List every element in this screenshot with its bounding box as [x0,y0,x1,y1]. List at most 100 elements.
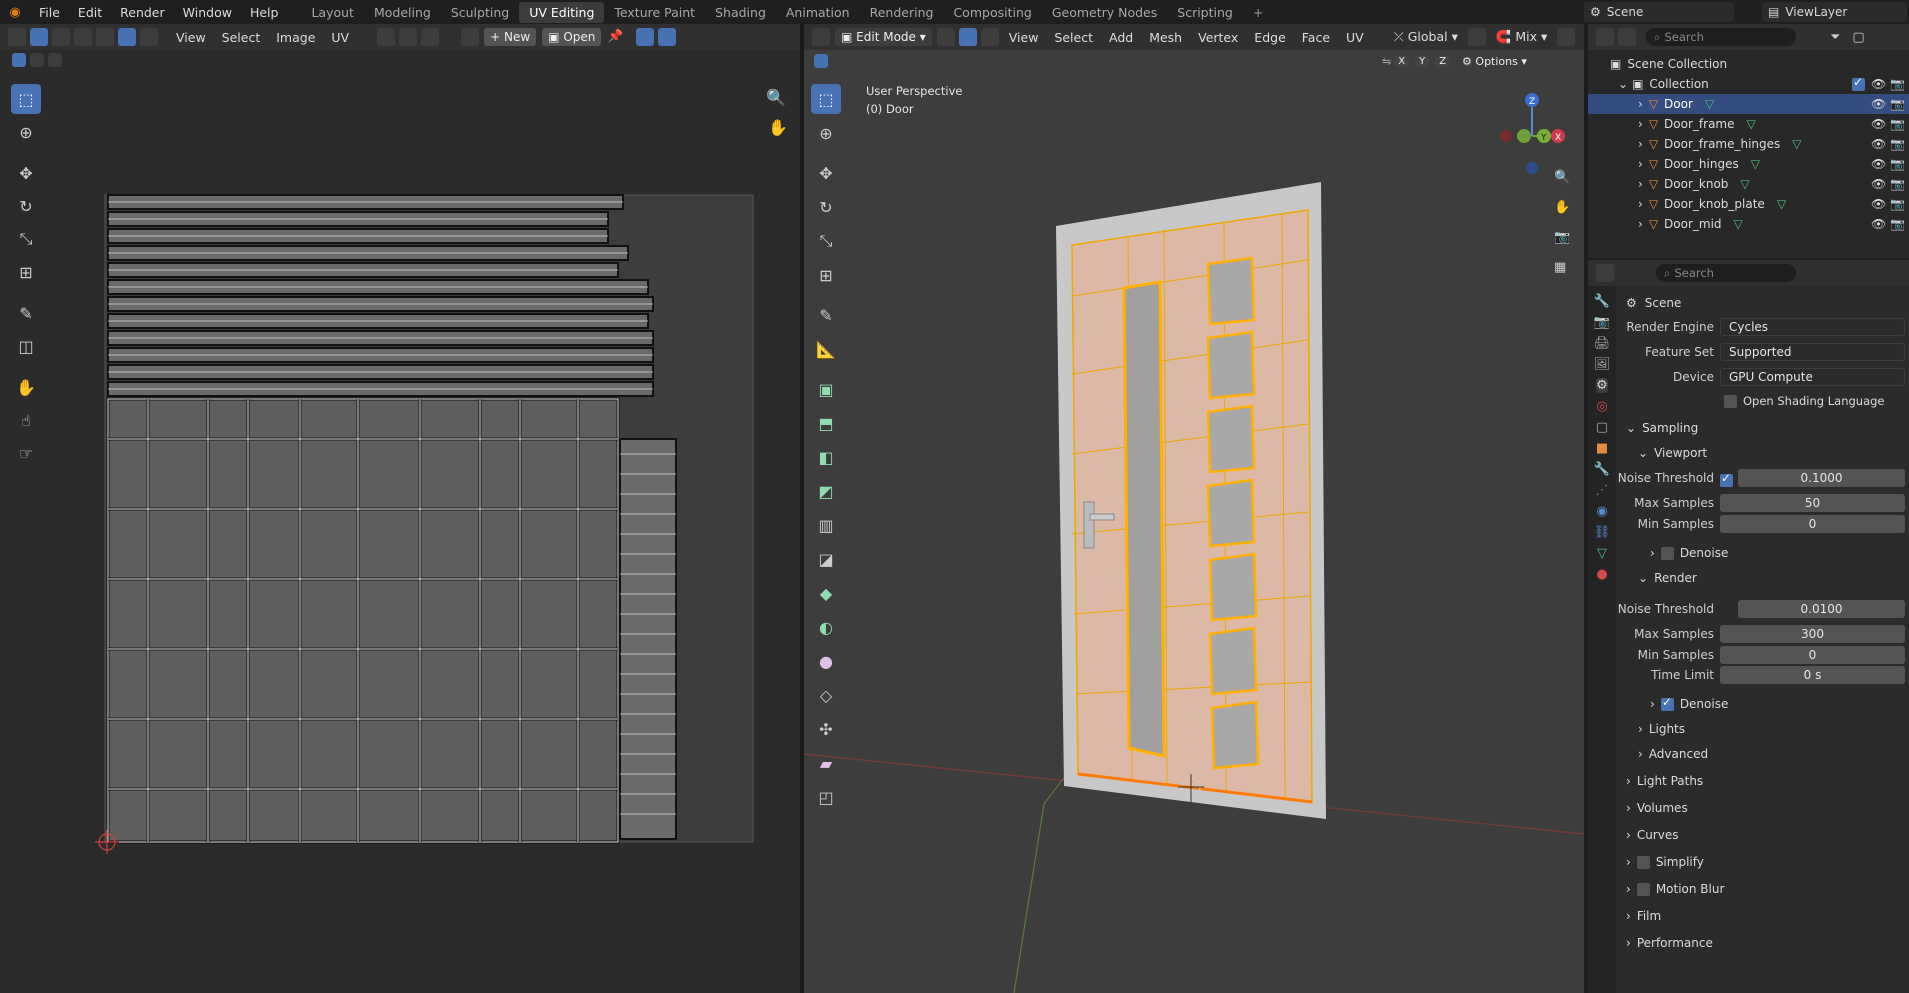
menu-file[interactable]: File [30,5,69,20]
gizmo-icon[interactable] [636,28,655,46]
display-mode-icon[interactable] [1618,28,1636,46]
axis-x-toggle[interactable]: X [1394,55,1410,67]
render-engine-dropdown[interactable]: Cycles [1720,318,1905,336]
vertex-select-icon[interactable] [52,28,70,46]
proportional-edit-icon[interactable] [1557,28,1576,46]
vp-denoise-subpanel[interactable]: › Denoise [1650,546,1728,560]
particles-tab-icon[interactable]: ⋰ [1596,483,1609,498]
outliner-item-door-knob[interactable]: › ▽ Door_knob ▽ 👁 📷 [1588,174,1909,194]
move-tool[interactable]: ✥ [11,158,41,188]
r-denoise-subpanel[interactable]: › Denoise [1650,695,1728,712]
scene-selector[interactable]: ⚙ Scene [1584,2,1734,22]
select-mode-extend-icon[interactable] [30,53,44,67]
performance-panel[interactable]: › Performance [1626,936,1713,950]
outliner-item-door-frame[interactable]: › ▽ Door_frame ▽ 👁 📷 [1588,114,1909,134]
tab-compositing[interactable]: Compositing [943,2,1041,23]
scene-tab-icon[interactable]: ⚙ [1596,378,1608,393]
render-icon[interactable]: 📷 [1890,217,1905,231]
device-dropdown[interactable]: GPU Compute [1720,368,1905,386]
add-workspace-icon[interactable]: + [1243,2,1273,23]
uv-menu-view[interactable]: View [168,30,214,45]
rip-tool[interactable]: ◫ [11,331,41,361]
motion-blur-checkbox[interactable] [1636,882,1650,896]
volumes-panel[interactable]: › Volumes [1626,801,1688,815]
mesh-data-icon[interactable]: ▽ [1740,177,1749,191]
collection-render-icon[interactable]: 📷 [1890,77,1905,91]
face-select-icon[interactable] [96,28,114,46]
vp-menu-view[interactable]: View [1001,30,1047,45]
vp-menu-select[interactable]: Select [1046,30,1101,45]
vp-menu-uv[interactable]: UV [1338,30,1372,45]
tab-texture-paint[interactable]: Texture Paint [604,2,705,23]
outliner-type-icon[interactable] [1596,28,1614,46]
advanced-subpanel[interactable]: › Advanced [1638,747,1708,761]
relax-tool[interactable]: ☝ [11,405,41,435]
cursor-tool[interactable]: ⊕ [11,117,41,147]
camera-view-icon[interactable]: 📷 [1554,230,1570,245]
menu-help[interactable]: Help [241,5,288,20]
mesh-data-icon[interactable]: ▽ [1734,217,1743,231]
vp-noise-threshold-field[interactable]: 0.1000 [1738,469,1905,487]
proportional-icon[interactable] [421,28,440,46]
tab-modeling[interactable]: Modeling [364,2,441,23]
select-box-tool[interactable]: ⬚ [11,84,41,114]
island-select-icon[interactable] [118,28,136,46]
view-layer-tab-icon[interactable]: 🖼 [1594,357,1611,372]
mesh-data-icon[interactable]: ▽ [1705,97,1714,111]
edge-mode-icon[interactable] [958,28,977,46]
mesh-data-icon[interactable]: ▽ [1751,157,1760,171]
row-expand-icon[interactable]: › [1638,217,1643,231]
uv-zoom-icon[interactable]: 🔍 [766,88,786,107]
snap-selector[interactable]: 🧲 Mix ▾ [1488,29,1555,45]
select-mode-subtract-icon[interactable] [48,53,62,67]
axis-y-toggle[interactable]: Y [1415,55,1430,67]
blender-logo-icon[interactable]: ◉ [0,5,30,20]
render-icon[interactable]: 📷 [1890,157,1905,171]
render-icon[interactable]: 📷 [1890,97,1905,111]
filter-icon[interactable]: ⏷ [1830,30,1840,45]
osl-checkbox[interactable] [1724,394,1737,408]
sampling-panel-header[interactable]: ⌄ Sampling [1626,421,1698,435]
r-max-samples-field[interactable]: 300 [1720,625,1905,643]
collection-row[interactable]: ⌄ ▣ Collection 👁 📷 [1588,74,1909,94]
vp-noise-threshold-checkbox[interactable] [1720,471,1733,487]
row-expand-icon[interactable]: › [1638,137,1643,151]
curves-panel[interactable]: › Curves [1626,828,1678,842]
open-image-button[interactable]: ▣ Open [542,28,602,46]
viewport-pan-icon[interactable]: ✋ [1554,200,1570,215]
time-limit-field[interactable]: 0 s [1720,666,1905,684]
row-expand-icon[interactable]: › [1638,157,1643,171]
uv-menu-image[interactable]: Image [268,30,323,45]
vp-menu-edge[interactable]: Edge [1246,30,1293,45]
collection-visibility-icon[interactable]: 👁 [1871,77,1886,91]
feature-set-dropdown[interactable]: Supported [1720,343,1905,361]
tab-rendering[interactable]: Rendering [860,2,944,23]
visibility-icon[interactable]: 👁 [1871,137,1886,151]
outliner-search[interactable]: ⌕ Search [1646,28,1796,46]
options-button[interactable]: ⚙ Options ▾ [1456,52,1533,70]
film-panel[interactable]: › Film [1626,909,1661,923]
new-image-button[interactable]: + New [484,28,537,46]
axis-z-toggle[interactable]: Z [1435,55,1451,67]
tab-sculpting[interactable]: Sculpting [441,2,519,23]
image-browse-icon[interactable] [461,28,480,46]
vp-menu-mesh[interactable]: Mesh [1141,30,1190,45]
uv-menu-uv[interactable]: UV [323,30,357,45]
transform-orientation[interactable]: ⤫ Global ▾ [1386,29,1466,45]
render-tab-icon[interactable]: 📷 [1594,315,1610,330]
r-min-samples-field[interactable]: 0 [1720,646,1905,664]
constraints-tab-icon[interactable]: ⛓ [1594,525,1611,540]
osl-checkbox-row[interactable]: Open Shading Language [1724,394,1885,408]
tab-geometry-nodes[interactable]: Geometry Nodes [1042,2,1167,23]
select-mode-new-icon[interactable] [12,53,26,67]
render-icon[interactable]: 📷 [1890,117,1905,131]
visibility-icon[interactable]: 👁 [1871,117,1886,131]
r-denoise-checkbox[interactable] [1660,695,1674,711]
motion-blur-panel[interactable]: › Motion Blur [1626,882,1724,896]
row-expand-icon[interactable]: › [1638,97,1643,111]
pin-icon[interactable]: 📌 [606,28,624,46]
vp-select-new-icon[interactable] [814,54,828,68]
uv-canvas[interactable] [90,174,770,874]
tab-uv-editing[interactable]: UV Editing [519,1,605,23]
modifier-tab-icon[interactable]: 🔧 [1594,462,1610,477]
